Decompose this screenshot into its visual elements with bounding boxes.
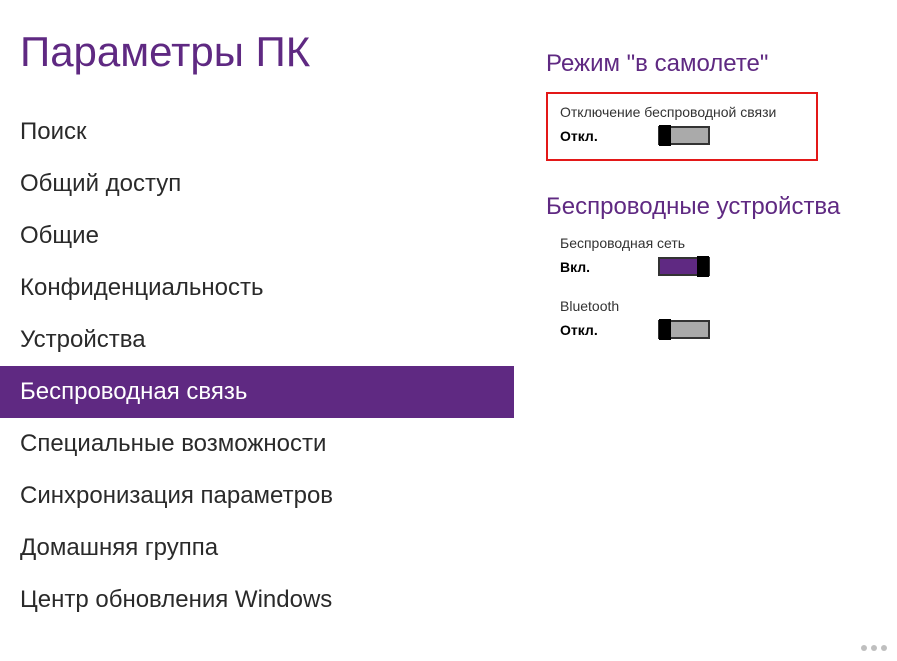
wifi-group: Беспроводная сеть Вкл. [560,235,877,276]
airplane-mode-status: Откл. [560,128,602,144]
bluetooth-group: Bluetooth Откл. [560,298,877,339]
sidebar-item-wireless[interactable]: Беспроводная связь [0,366,514,418]
wireless-devices-inner: Беспроводная сеть Вкл. Bluetooth Откл. [546,235,877,339]
bluetooth-toggle[interactable] [658,320,710,339]
settings-window: Параметры ПК Поиск Общий доступ Общие Ко… [0,0,897,661]
sidebar: Параметры ПК Поиск Общий доступ Общие Ко… [0,0,514,661]
page-title: Параметры ПК [0,0,514,106]
sidebar-item-sync[interactable]: Синхронизация параметров [0,470,514,522]
toggle-handle [659,319,671,340]
airplane-mode-label: Отключение беспроводной связи [560,104,804,120]
more-indicator-icon [861,645,887,651]
sidebar-item-ease-of-access[interactable]: Специальные возможности [0,418,514,470]
sidebar-item-search[interactable]: Поиск [0,106,514,158]
bluetooth-row: Откл. [560,320,877,339]
wifi-status: Вкл. [560,259,602,275]
sidebar-item-general[interactable]: Общие [0,210,514,262]
airplane-mode-row: Откл. [560,126,804,145]
airplane-mode-highlighted: Отключение беспроводной связи Откл. [546,92,818,161]
sidebar-item-devices[interactable]: Устройства [0,314,514,366]
wireless-devices-section: Беспроводные устройства Беспроводная сет… [546,193,877,339]
sidebar-item-homegroup[interactable]: Домашняя группа [0,522,514,574]
bluetooth-label: Bluetooth [560,298,877,314]
toggle-handle [697,256,709,277]
sidebar-item-share[interactable]: Общий доступ [0,158,514,210]
sidebar-item-windows-update[interactable]: Центр обновления Windows [0,574,514,626]
wireless-devices-title: Беспроводные устройства [546,193,877,221]
airplane-mode-title: Режим "в самолете" [546,50,877,78]
toggle-handle [659,125,671,146]
airplane-mode-section: Режим "в самолете" Отключение беспроводн… [546,50,877,161]
wifi-toggle[interactable] [658,257,710,276]
airplane-mode-toggle[interactable] [658,126,710,145]
wifi-row: Вкл. [560,257,877,276]
wifi-label: Беспроводная сеть [560,235,877,251]
bluetooth-status: Откл. [560,322,602,338]
sidebar-item-privacy[interactable]: Конфиденциальность [0,262,514,314]
content-panel: Режим "в самолете" Отключение беспроводн… [514,0,897,661]
